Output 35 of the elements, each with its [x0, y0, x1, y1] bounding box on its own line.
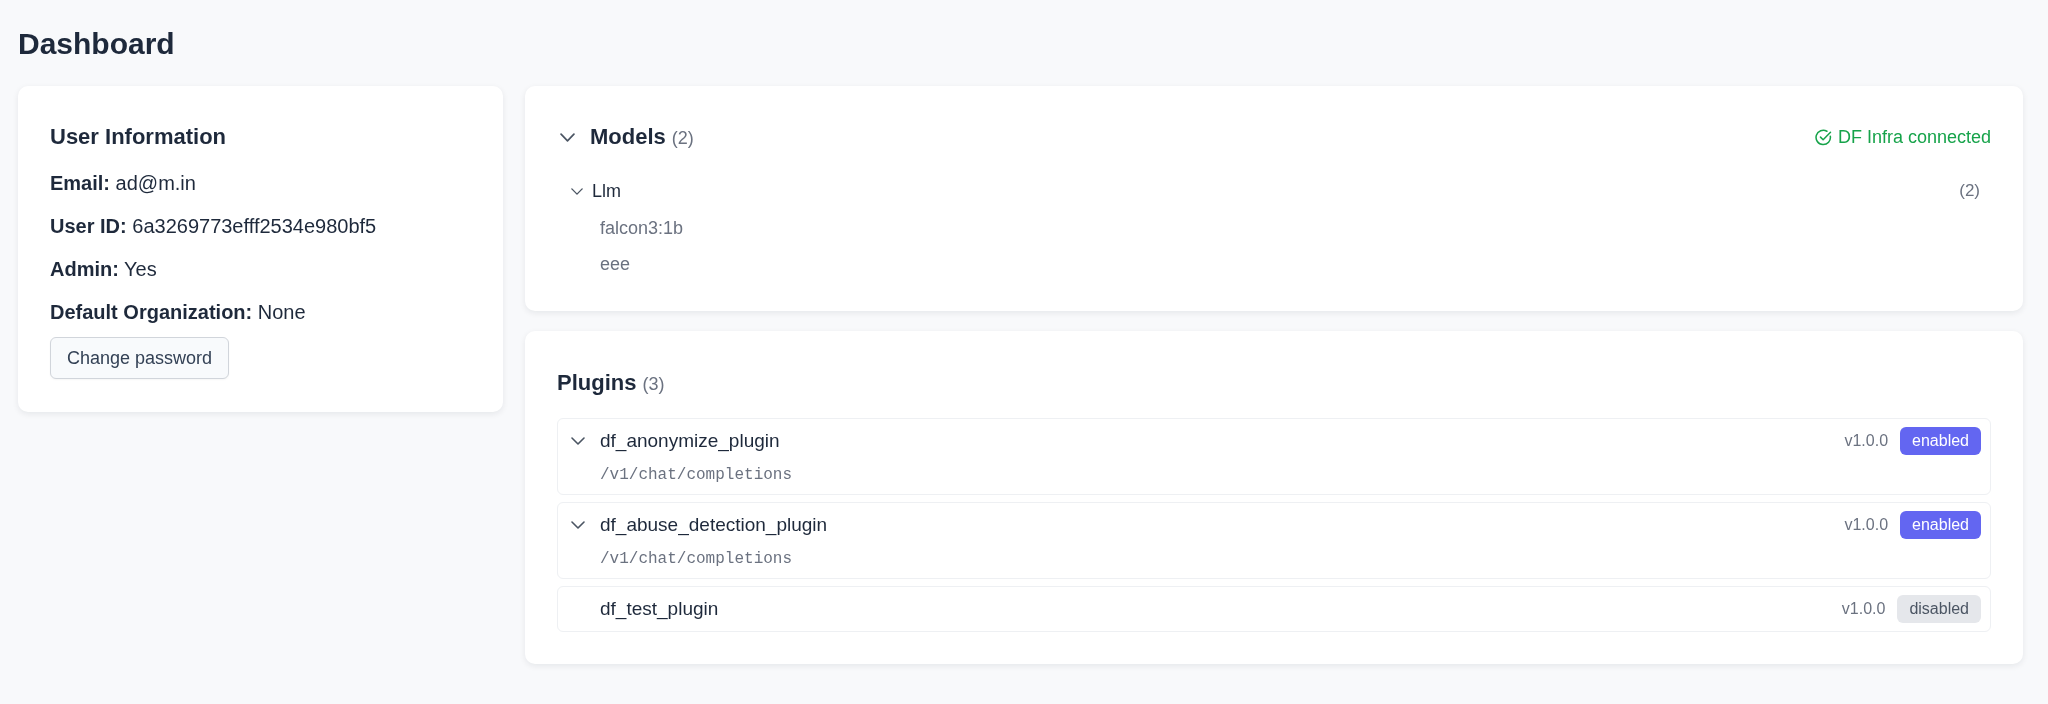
status-badge: disabled: [1897, 595, 1981, 623]
endpoint-path: /v1/chat/completions: [600, 465, 793, 486]
section-title: Models: [590, 122, 666, 151]
plugin-row[interactable]: df_test_plugin v1.0.0 disabled: [557, 586, 1991, 632]
info-field: User ID: 6a3269773efff2534e980bf5: [50, 211, 377, 241]
plugin-name: df_abuse_detection_plugin: [600, 513, 828, 538]
chevron-down-icon[interactable]: [571, 187, 583, 195]
connection-status: DF Infra connected: [1837, 125, 1991, 149]
count-label: (2): [1959, 180, 1980, 203]
chevron-down-icon[interactable]: [559, 132, 575, 142]
section-title: Plugins: [557, 369, 637, 397]
page-title: Dashboard: [18, 26, 175, 62]
version-label: v1.0.0: [1844, 515, 1889, 535]
endpoint-path: /v1/chat/completions: [600, 549, 793, 570]
plugin-name: df_test_plugin: [600, 597, 719, 622]
chevron-down-icon[interactable]: [571, 521, 585, 529]
version-label: v1.0.0: [1841, 599, 1886, 619]
status-badge: enabled: [1900, 511, 1981, 539]
check-circle-icon: [1814, 128, 1832, 146]
info-field: Admin: Yes: [50, 254, 157, 284]
model-item[interactable]: falcon3:1b: [600, 214, 684, 242]
count-label: (2): [671, 126, 694, 150]
group-name: Llm: [592, 180, 621, 203]
status-badge: enabled: [1900, 427, 1981, 455]
change-password-button[interactable]: Change password: [50, 337, 230, 379]
info-field: Email: ad@m.in: [50, 168, 196, 198]
count-label: (3): [642, 373, 665, 396]
info-field: Default Organization: None: [50, 297, 306, 327]
card-title: User Information: [50, 123, 227, 151]
version-label: v1.0.0: [1844, 431, 1889, 451]
model-item[interactable]: eee: [600, 250, 631, 278]
plugin-name: df_anonymize_plugin: [600, 429, 780, 454]
chevron-down-icon[interactable]: [571, 437, 585, 445]
plugin-row[interactable]: df_anonymize_plugin v1.0.0 enabled /v1/chat/completions: [557, 418, 1991, 495]
plugin-row[interactable]: df_abuse_detection_plugin v1.0.0 enabled /v1/chat/completions: [557, 502, 1991, 579]
